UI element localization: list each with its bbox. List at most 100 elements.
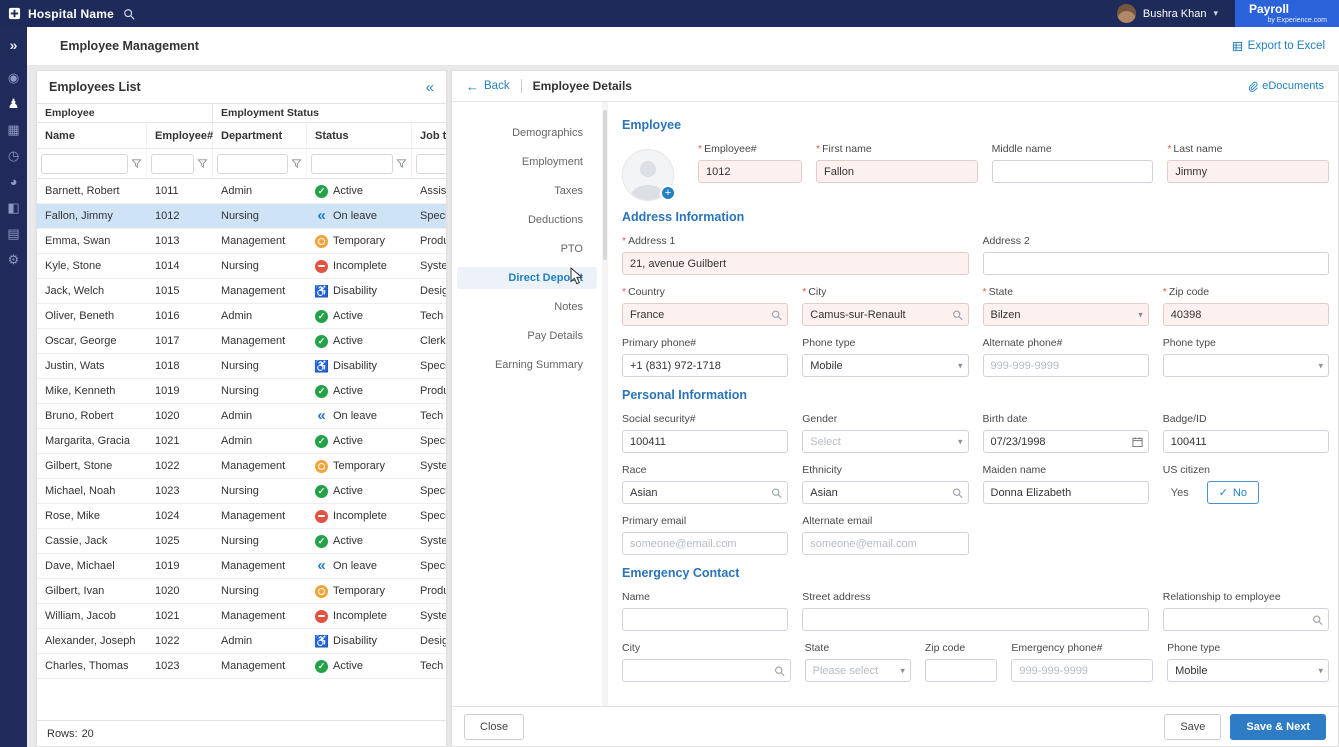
table-row[interactable]: William, Jacob 1021 Management Incomplet… [37, 604, 446, 629]
badge-id-input[interactable] [1162, 430, 1329, 453]
table-row[interactable]: Oscar, George 1017 Management Active Cle… [37, 329, 446, 354]
chevron-down-icon[interactable]: ▾ [1213, 8, 1218, 19]
table-row[interactable]: Kyle, Stone 1014 Nursing Incomplete Syst… [37, 254, 446, 279]
race-input[interactable] [622, 481, 789, 504]
details-nav-demographics[interactable]: Demographics [457, 122, 597, 144]
emergency-phone-type-select[interactable] [1167, 659, 1329, 682]
primary-email-input[interactable] [622, 532, 789, 555]
gender-select[interactable] [802, 430, 969, 453]
table-row[interactable]: Emma, Swan 1013 Management Temporary Pro… [37, 229, 446, 254]
filter-icon[interactable] [291, 158, 302, 169]
column-header-employee-id[interactable]: Employee# [147, 123, 213, 148]
settings-icon[interactable]: ⚙ [8, 253, 20, 266]
ssn-input[interactable] [622, 430, 789, 453]
details-nav-employment[interactable]: Employment [457, 151, 597, 173]
add-photo-button[interactable]: + [660, 185, 676, 201]
column-header-name[interactable]: Name [37, 123, 147, 148]
filter-icon[interactable] [396, 158, 407, 169]
dashboard-icon[interactable]: ◉ [8, 71, 19, 84]
grid-icon[interactable]: ▦ [7, 123, 19, 136]
column-header-job-title[interactable]: Job title [412, 123, 446, 148]
table-row[interactable]: Barnett, Robert 1011 Admin Active Assis [37, 179, 446, 204]
details-nav-pto[interactable]: PTO [457, 238, 597, 260]
user-avatar[interactable] [1116, 4, 1136, 23]
state-select[interactable] [982, 303, 1149, 326]
filter-name-input[interactable] [41, 153, 128, 174]
scrollbar[interactable] [602, 102, 608, 706]
filter-status-input[interactable] [311, 153, 393, 174]
emergency-city-input[interactable] [622, 659, 791, 682]
table-row[interactable]: Jack, Welch 1015 Management Disability D… [37, 279, 446, 304]
phone-type-select[interactable] [802, 354, 969, 377]
user-name[interactable]: Bushra Khan [1143, 8, 1207, 20]
country-input[interactable] [622, 303, 789, 326]
city-input[interactable] [802, 303, 969, 326]
table-row[interactable]: Mike, Kenneth 1019 Nursing Active Produ [37, 379, 446, 404]
table-row[interactable]: Gilbert, Ivan 1020 Nursing Temporary Pro… [37, 579, 446, 604]
documents-icon[interactable]: ◧ [7, 201, 19, 214]
employee-number-input[interactable] [698, 160, 802, 183]
field-race: Race [622, 464, 789, 504]
table-row[interactable]: Dave, Michael 1019 Management On leave S… [37, 554, 446, 579]
calendar-icon[interactable]: ▤ [7, 227, 19, 240]
ethnicity-input[interactable] [802, 481, 969, 504]
details-nav-notes[interactable]: Notes [457, 296, 597, 318]
table-row[interactable]: Bruno, Robert 1020 Admin On leave Tech [37, 404, 446, 429]
table-row[interactable]: Alexander, Joseph 1022 Admin Disability … [37, 629, 446, 654]
details-nav-taxes[interactable]: Taxes [457, 180, 597, 202]
search-icon[interactable] [123, 8, 135, 20]
close-button[interactable]: Close [464, 713, 525, 740]
save-next-button[interactable]: Save & Next [1230, 713, 1326, 740]
emergency-phone-input[interactable] [1011, 659, 1154, 682]
alternate-phone-input[interactable] [982, 354, 1149, 377]
expand-sidebar-icon[interactable]: » [10, 38, 18, 52]
us-citizen-yes-option[interactable]: Yes [1163, 487, 1197, 499]
reports-icon[interactable]: ◕ [10, 175, 18, 188]
edocuments-link[interactable]: eDocuments [1247, 80, 1324, 92]
employees-icon[interactable]: ♟ [8, 97, 20, 110]
middle-name-input[interactable] [991, 160, 1154, 183]
time-icon[interactable]: ◷ [8, 149, 19, 162]
details-nav-earning-summary[interactable]: Earning Summary [457, 354, 597, 376]
filter-icon[interactable] [131, 158, 142, 169]
emergency-zip-input[interactable] [924, 659, 998, 682]
back-button[interactable]: ← Back [466, 79, 510, 94]
emergency-name-input[interactable] [622, 608, 789, 631]
collapse-panel-icon[interactable]: « [426, 80, 434, 95]
filter-employee-id-input[interactable] [151, 153, 194, 174]
table-row[interactable]: Oliver, Beneth 1016 Admin Active Tech [37, 304, 446, 329]
table-row[interactable]: Cassie, Jack 1025 Nursing Active Syste [37, 529, 446, 554]
emergency-street-input[interactable] [802, 608, 1149, 631]
export-to-excel-link[interactable]: Export to Excel [1232, 40, 1325, 52]
table-row[interactable]: Margarita, Gracia 1021 Admin Active Spec… [37, 429, 446, 454]
alternate-email-input[interactable] [802, 532, 969, 555]
column-header-status[interactable]: Status [307, 123, 412, 148]
last-name-input[interactable] [1167, 160, 1329, 183]
table-row[interactable]: Charles, Thomas 1023 Management Active T… [37, 654, 446, 679]
alternate-phone-type-select[interactable] [1162, 354, 1329, 377]
address2-input[interactable] [982, 252, 1329, 275]
birth-date-input[interactable] [982, 430, 1149, 453]
details-nav-direct-deposit[interactable]: Direct Deposit [457, 267, 597, 289]
table-row[interactable]: Gilbert, Stone 1022 Management Temporary… [37, 454, 446, 479]
details-nav-pay-details[interactable]: Pay Details [457, 325, 597, 347]
column-header-department[interactable]: Department [213, 123, 307, 148]
save-button[interactable]: Save [1164, 713, 1222, 740]
filter-job-title-input[interactable] [416, 153, 446, 174]
zip-input[interactable] [1162, 303, 1329, 326]
filter-department-input[interactable] [217, 153, 288, 174]
maiden-name-input[interactable] [982, 481, 1149, 504]
emergency-state-select[interactable] [804, 659, 911, 682]
us-citizen-no-option[interactable]: ✓ No [1206, 481, 1259, 504]
table-row[interactable]: Justin, Wats 1018 Nursing Disability Spe… [37, 354, 446, 379]
relationship-input[interactable] [1162, 608, 1329, 631]
table-row[interactable]: Michael, Noah 1023 Nursing Active Speci [37, 479, 446, 504]
table-row[interactable]: Rose, Mike 1024 Management Incomplete Sp… [37, 504, 446, 529]
table-row[interactable]: Fallon, Jimmy 1012 Nursing On leave Spec… [37, 204, 446, 229]
details-nav-deductions[interactable]: Deductions [457, 209, 597, 231]
primary-phone-input[interactable] [622, 354, 789, 377]
address1-input[interactable] [622, 252, 969, 275]
filter-icon[interactable] [197, 158, 208, 169]
scrollbar-thumb[interactable] [603, 110, 607, 260]
first-name-input[interactable] [816, 160, 978, 183]
